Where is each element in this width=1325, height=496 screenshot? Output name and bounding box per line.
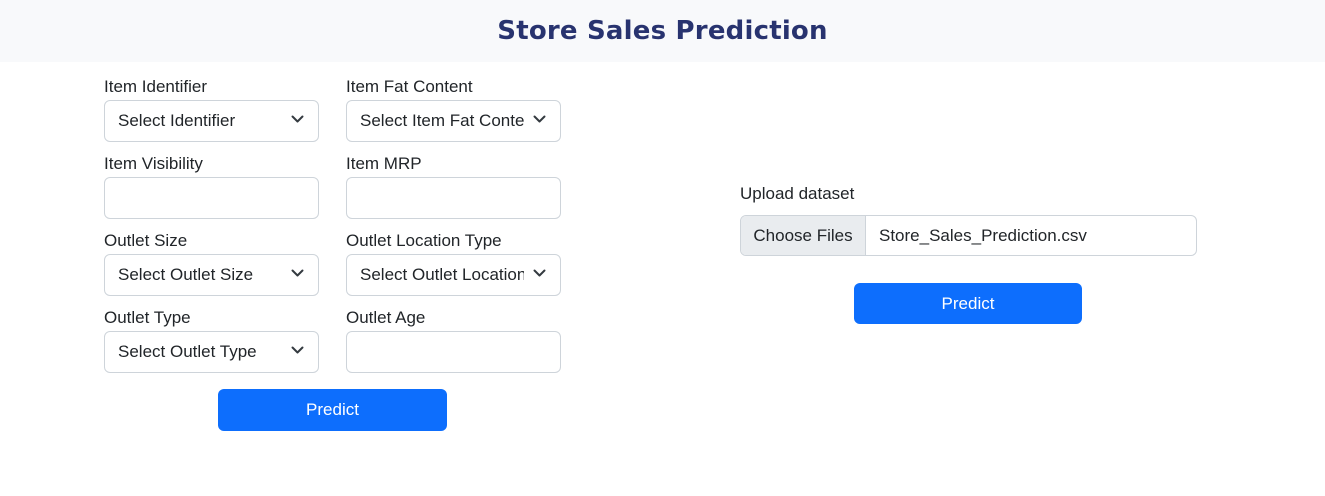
chevron-down-icon [291, 115, 304, 123]
outlet-size-selected: Select Outlet Size [118, 265, 254, 284]
outlet-location-type-selected: Select Outlet Location Type [360, 265, 524, 284]
outlet-location-type-field: Outlet Location Type Select Outlet Locat… [346, 229, 561, 296]
outlet-size-field: Outlet Size Select Outlet Size [104, 229, 319, 296]
selected-file-name: Store_Sales_Prediction.csv [879, 225, 1087, 245]
upload-predict-button[interactable]: Predict [854, 283, 1082, 324]
outlet-type-selected: Select Outlet Type [118, 342, 257, 361]
outlet-size-select[interactable]: Select Outlet Size [104, 254, 319, 296]
page-header: Store Sales Prediction [0, 0, 1325, 62]
chevron-down-icon [533, 115, 546, 123]
outlet-location-type-label: Outlet Location Type [346, 231, 502, 250]
page-title: Store Sales Prediction [497, 16, 828, 46]
chevron-down-icon [533, 269, 546, 277]
item-identifier-field: Item Identifier Select Identifier [104, 75, 319, 142]
item-mrp-field: Item MRP [346, 152, 561, 219]
item-mrp-input[interactable] [346, 177, 561, 219]
chevron-down-icon [291, 346, 304, 354]
outlet-type-select[interactable]: Select Outlet Type [104, 331, 319, 373]
file-upload-input[interactable]: Choose Files Store_Sales_Prediction.csv [740, 215, 1197, 256]
item-fat-content-select[interactable]: Select Item Fat Content [346, 100, 561, 142]
item-identifier-select[interactable]: Select Identifier [104, 100, 319, 142]
outlet-size-label: Outlet Size [104, 231, 188, 250]
choose-files-button[interactable]: Choose Files [741, 216, 866, 255]
item-identifier-selected: Select Identifier [118, 111, 236, 130]
item-fat-content-field: Item Fat Content Select Item Fat Content [346, 75, 561, 142]
predict-button[interactable]: Predict [218, 389, 447, 431]
item-visibility-field: Item Visibility [104, 152, 319, 219]
item-visibility-input[interactable] [104, 177, 319, 219]
outlet-age-field: Outlet Age [346, 306, 561, 373]
item-visibility-value [118, 178, 282, 218]
item-fat-content-label: Item Fat Content [346, 77, 473, 96]
outlet-age-value [360, 332, 524, 372]
outlet-type-field: Outlet Type Select Outlet Type [104, 306, 319, 373]
outlet-age-input[interactable] [346, 331, 561, 373]
chevron-down-icon [291, 269, 304, 277]
outlet-location-type-select[interactable]: Select Outlet Location Type [346, 254, 561, 296]
item-visibility-label: Item Visibility [104, 154, 203, 173]
item-identifier-label: Item Identifier [104, 77, 207, 96]
upload-dataset-label: Upload dataset [740, 184, 855, 203]
outlet-type-label: Outlet Type [104, 308, 191, 327]
item-mrp-label: Item MRP [346, 154, 422, 173]
item-mrp-value [360, 178, 524, 218]
outlet-age-label: Outlet Age [346, 308, 426, 327]
item-fat-content-selected: Select Item Fat Content [360, 111, 524, 130]
